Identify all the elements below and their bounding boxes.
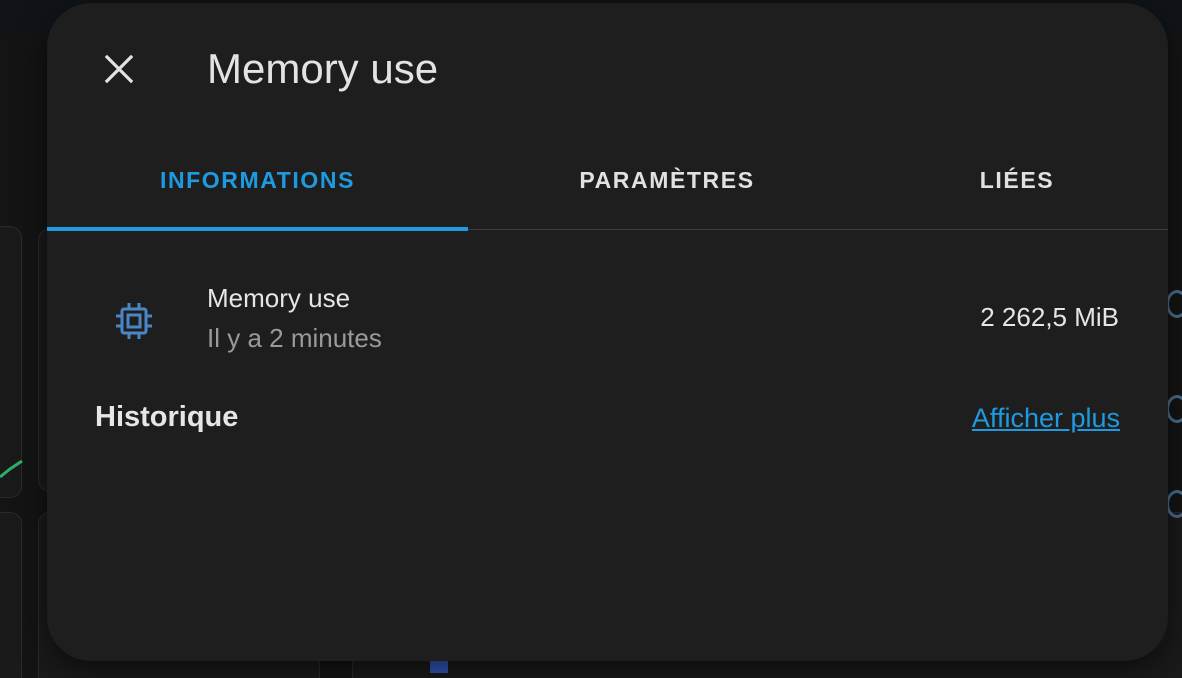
entity-row[interactable]: Memory use Il y a 2 minutes 2 262,5 MiB — [95, 273, 1119, 363]
entity-state: 2 262,5 MiB — [980, 302, 1119, 332]
entity-last-changed: Il y a 2 minutes — [207, 323, 382, 353]
background-sparkline — [0, 459, 23, 479]
background-card — [0, 512, 22, 678]
entity-name: Memory use — [207, 283, 351, 313]
show-more-link[interactable]: Afficher plus — [972, 403, 1120, 434]
more-info-dialog: Memory use INFORMATIONS PARAMÈTRES LIÉES… — [47, 3, 1168, 661]
close-button[interactable] — [91, 41, 147, 97]
dialog-header: Memory use — [47, 3, 1168, 131]
tab-liees[interactable]: LIÉES — [866, 131, 1168, 229]
tab-bar: INFORMATIONS PARAMÈTRES LIÉES — [47, 131, 1168, 231]
dialog-title: Memory use — [207, 45, 439, 92]
history-heading: Historique — [95, 401, 239, 433]
tab-parametres[interactable]: PARAMÈTRES — [468, 131, 866, 229]
close-icon — [104, 54, 134, 84]
tab-informations[interactable]: INFORMATIONS — [47, 131, 468, 231]
chip-icon — [116, 303, 152, 339]
